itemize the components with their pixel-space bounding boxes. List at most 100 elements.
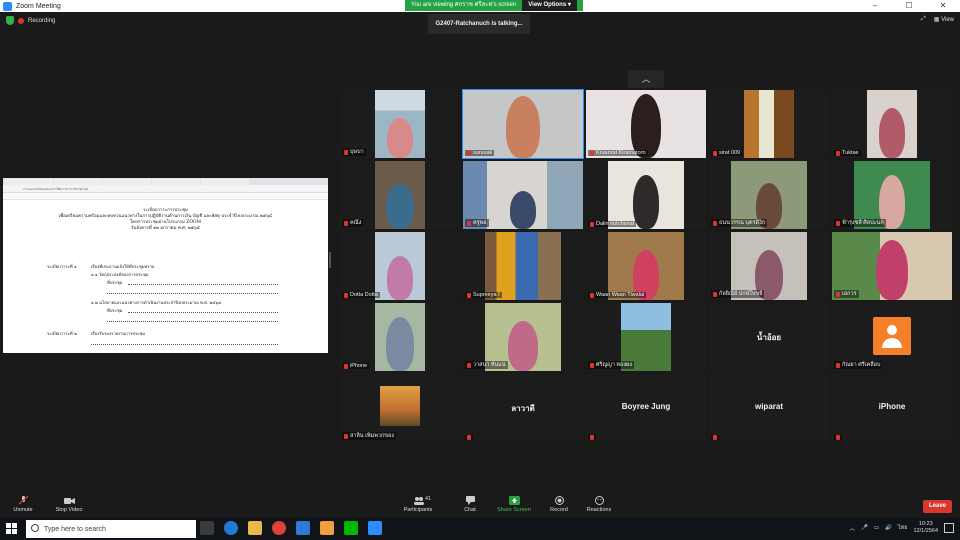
- line-icon[interactable]: [344, 521, 358, 535]
- app-icon[interactable]: [320, 521, 334, 535]
- muted-mic-icon: [590, 292, 594, 298]
- store-icon[interactable]: [296, 521, 310, 535]
- edge-icon[interactable]: [224, 521, 238, 535]
- participant-name-tag: ธนนวรรณ บุตรดีงิ่ก: [711, 219, 768, 227]
- default-avatar-icon: [873, 317, 911, 355]
- muted-mic-icon: [18, 495, 29, 505]
- microphone-icon[interactable]: 🎤: [861, 525, 868, 531]
- share-screen-button[interactable]: Share Screen: [494, 496, 534, 513]
- participant-tile[interactable]: Dotta Dotta: [340, 232, 460, 300]
- participant-name: sirat 009: [719, 150, 741, 156]
- leave-button[interactable]: Leave: [923, 500, 952, 513]
- participant-tile[interactable]: iPhone: [340, 303, 460, 371]
- volume-icon[interactable]: 🔊: [885, 525, 892, 531]
- pinned-apps: [200, 521, 382, 535]
- share-screen-icon: [508, 496, 520, 505]
- participant-name: บุษบา: [350, 149, 364, 155]
- muted-mic-icon: [344, 149, 348, 155]
- person-shape: [386, 183, 414, 229]
- record-button[interactable]: Record: [547, 496, 571, 513]
- scroll-up-button[interactable]: ︿: [628, 70, 664, 88]
- participant-name: surasak: [473, 150, 493, 156]
- participant-tile[interactable]: น้ำอ้อย: [709, 303, 829, 371]
- taskbar-search-box[interactable]: Type here to search: [26, 520, 196, 538]
- shield-icon[interactable]: [6, 16, 14, 25]
- view-button[interactable]: ▦ View: [934, 16, 954, 23]
- participant-tile[interactable]: wiparat: [709, 374, 829, 442]
- fullscreen-icon[interactable]: ⤢: [921, 16, 926, 23]
- item-1-1: ๑.๑ วัตถุประสงค์ของการประชุม: [91, 272, 149, 277]
- battery-icon[interactable]: ▭: [874, 525, 879, 531]
- participant-tile[interactable]: กัลยิณีย์ ปกษ์ใบขจี: [709, 232, 829, 300]
- participant-tile[interactable]: Boyree Jung: [586, 374, 706, 442]
- task-view-icon[interactable]: [200, 521, 214, 535]
- participant-tile[interactable]: เอกวร: [832, 232, 952, 300]
- unmute-button[interactable]: Unmute: [10, 495, 36, 513]
- person-shape: [876, 240, 908, 300]
- close-icon[interactable]: ✕: [926, 0, 960, 12]
- participant-tile[interactable]: Tuktae: [832, 90, 952, 158]
- browser-tab[interactable]: [103, 179, 151, 185]
- viewing-text: You are viewing ศกราช ศรีสะท's screen: [411, 2, 517, 8]
- participant-tile[interactable]: Supreeya I: [463, 232, 583, 300]
- participant-tile[interactable]: คณึง: [340, 161, 460, 229]
- participant-name: ฟ้ารุ่งชลี ศิลปะนก: [842, 220, 884, 226]
- participant-tile[interactable]: บุษบา: [340, 90, 460, 158]
- participant-tile[interactable]: surasak: [462, 89, 584, 159]
- browser-tab[interactable]: [152, 179, 200, 185]
- participant-name-tag: [588, 435, 596, 440]
- record-label: Record: [550, 507, 568, 513]
- participant-tile[interactable]: Waan Waan Tiwalai: [586, 232, 706, 300]
- participant-tile[interactable]: ครูพอ: [463, 161, 583, 229]
- viewing-banner: You are viewing ศกราช ศรีสะท's screen Vi…: [405, 0, 583, 11]
- avatar-body: [882, 338, 902, 348]
- participant-tile[interactable]: Kruanrat Kiramatorn: [586, 90, 706, 158]
- record-icon: [554, 496, 565, 505]
- participant-video: [867, 90, 917, 158]
- participant-name-tag: Supreeya I: [465, 292, 502, 298]
- tray-chevron-icon[interactable]: ︿: [849, 524, 855, 532]
- participant-tile[interactable]: ศริญญา ทองผง: [586, 303, 706, 371]
- view-label: View: [941, 17, 954, 23]
- participant-tile[interactable]: ลาวาดี: [463, 374, 583, 442]
- muted-mic-icon: [836, 220, 840, 226]
- item-1-2-sub: ที่ประชุม: [107, 308, 123, 313]
- video-camera-icon: [63, 496, 75, 505]
- stop-video-button[interactable]: Stop Video: [52, 496, 86, 513]
- participant-tile[interactable]: sirat 009: [709, 90, 829, 158]
- chrome-icon[interactable]: [272, 521, 286, 535]
- participant-name: คณึง: [350, 220, 362, 226]
- participant-tile[interactable]: กัณยา ศรีเคลือบ: [832, 303, 952, 371]
- address-bar[interactable]: C:/Users/HP/Desktop/ระเบียบวาระการประชุม…: [3, 185, 328, 193]
- muted-mic-icon: [590, 221, 594, 227]
- participant-video: [485, 232, 561, 300]
- chat-label: Chat: [464, 507, 476, 513]
- chat-button[interactable]: Chat: [460, 496, 480, 513]
- participant-tile[interactable]: ธนนวรรณ บุตรดีงิ่ก: [709, 161, 829, 229]
- avatar-head: [887, 325, 897, 335]
- split-handle[interactable]: [329, 252, 331, 268]
- participant-tile[interactable]: iPhone: [832, 374, 952, 442]
- reactions-button[interactable]: Reactions: [584, 496, 614, 513]
- clock[interactable]: 10:23 12/1/2564: [914, 521, 938, 535]
- pdf-document: ระเบียบวาระการประชุม เพื่อเตรียมความพร้อ…: [3, 200, 328, 232]
- browser-tab[interactable]: [201, 179, 249, 185]
- minimize-icon[interactable]: –: [858, 0, 892, 12]
- participant-name-tag: [465, 435, 473, 440]
- participant-tile[interactable]: สาลิน เพิ่มพวกของ: [340, 374, 460, 442]
- view-options-button[interactable]: View Options ▾: [522, 0, 577, 11]
- notification-icon[interactable]: [944, 523, 954, 533]
- windows-start-icon[interactable]: [6, 523, 17, 534]
- file-explorer-icon[interactable]: [248, 521, 262, 535]
- participant-name: Supreeya I: [473, 292, 500, 298]
- participant-name-tag: กัลยิณีย์ ปกษ์ใบขจี: [711, 290, 765, 298]
- system-tray: ︿ 🎤 ▭ 🔊 ไทย 10:23 12/1/2564: [849, 521, 938, 535]
- participant-tile[interactable]: ฟ้ารุ่งชลี ศิลปะนก: [832, 161, 952, 229]
- zoom-taskbar-icon[interactable]: [368, 521, 382, 535]
- muted-mic-icon: [590, 150, 594, 156]
- maximize-icon[interactable]: ☐: [892, 0, 926, 12]
- participant-tile[interactable]: Dalin nutchanat: [586, 161, 706, 229]
- participant-tile[interactable]: วาสนา ห้นแน่: [463, 303, 583, 371]
- language-indicator[interactable]: ไทย: [898, 524, 908, 532]
- muted-mic-icon: [467, 220, 471, 226]
